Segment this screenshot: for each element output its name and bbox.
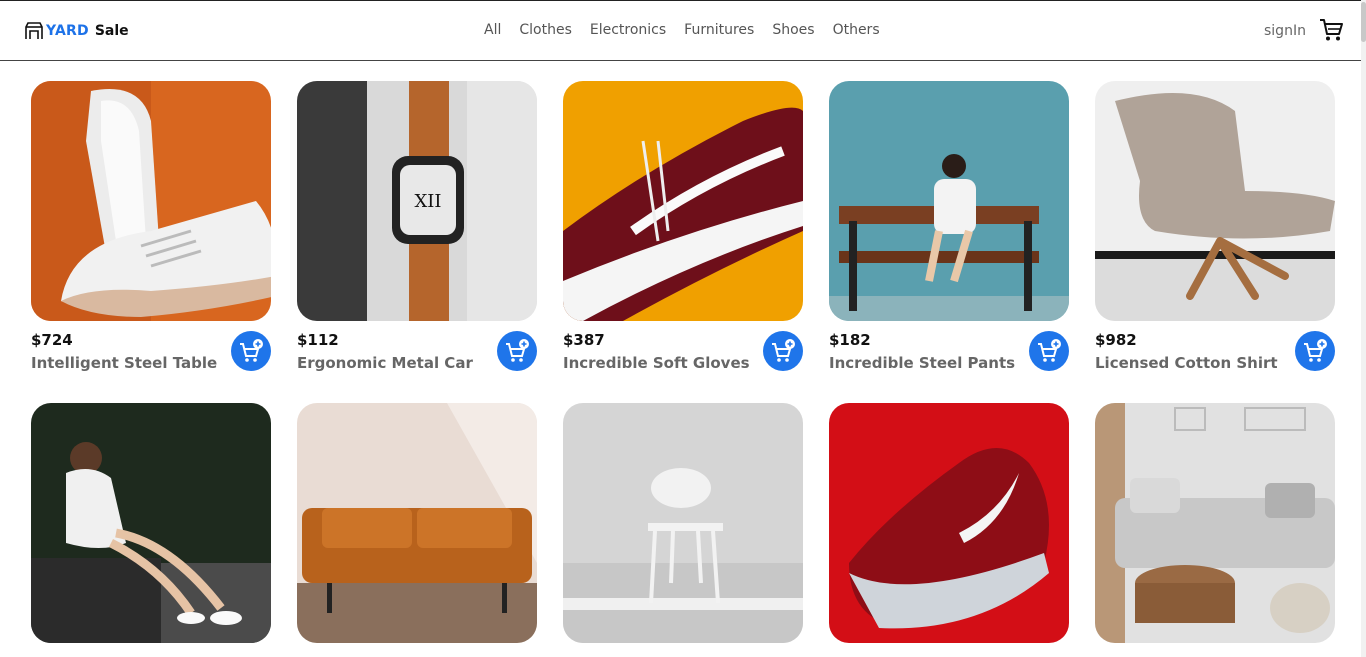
nav-link-electronics[interactable]: Electronics	[590, 22, 666, 38]
add-to-cart-icon	[240, 339, 263, 362]
store-icon	[25, 22, 43, 39]
product-card[interactable]: $982 Licensed Cotton Shirt	[1095, 81, 1335, 381]
product-price: $182	[829, 331, 871, 349]
product-card[interactable]: $724 Intelligent Steel Table	[31, 81, 271, 381]
scrollbar-thumb[interactable]	[1361, 2, 1366, 42]
nav-link-furnitures[interactable]: Furnitures	[684, 22, 754, 38]
product-price: $112	[297, 331, 339, 349]
product-name: Licensed Cotton Shirt	[1095, 354, 1278, 372]
shopping-cart-icon[interactable]	[1318, 17, 1344, 43]
product-card[interactable]	[563, 403, 803, 643]
product-image-white-chair[interactable]	[563, 403, 803, 643]
product-name: Incredible Steel Pants	[829, 354, 1016, 372]
nav-link-shoes[interactable]: Shoes	[772, 22, 814, 38]
product-image-smartwatch[interactable]: XII	[297, 81, 537, 321]
nav-link-all[interactable]: All	[484, 22, 501, 38]
product-card[interactable]	[297, 403, 537, 643]
product-card[interactable]: $182 Incredible Steel Pants	[829, 81, 1069, 381]
add-to-cart-icon	[1038, 339, 1061, 362]
add-to-cart-button[interactable]	[231, 331, 271, 371]
category-nav: All Clothes Electronics Furnitures Shoes…	[484, 22, 880, 38]
product-price: $724	[31, 331, 73, 349]
logo-text-yard: YARD	[46, 23, 89, 39]
nav-link-others[interactable]: Others	[833, 22, 880, 38]
product-card[interactable]	[829, 403, 1069, 643]
add-to-cart-icon	[506, 339, 529, 362]
product-image-living-room[interactable]	[1095, 403, 1335, 643]
product-image-woman-on-rock[interactable]	[31, 403, 271, 643]
product-card[interactable]: $387 Incredible Soft Gloves	[563, 81, 803, 381]
product-card[interactable]: XII $112 Ergonomic Metal Car	[297, 81, 537, 381]
product-name: Ergonomic Metal Car	[297, 354, 473, 372]
product-price: $387	[563, 331, 605, 349]
product-card[interactable]	[31, 403, 271, 643]
product-image-woman-on-bench[interactable]	[829, 81, 1069, 321]
product-image-lounge-chair[interactable]	[1095, 81, 1335, 321]
nav-link-clothes[interactable]: Clothes	[519, 22, 572, 38]
signin-link[interactable]: signIn	[1264, 23, 1306, 39]
logo-text-sale: Sale	[94, 23, 129, 39]
product-name: Intelligent Steel Table	[31, 354, 218, 372]
product-card[interactable]	[1095, 403, 1335, 643]
product-price: $982	[1095, 331, 1137, 349]
top-navbar: YARD Sale All Clothes Electronics Furnit…	[0, 0, 1366, 61]
yard-sale-logo[interactable]: YARD Sale	[24, 19, 129, 43]
product-image-maroon-sneaker[interactable]	[563, 81, 803, 321]
add-to-cart-icon	[1304, 339, 1327, 362]
add-to-cart-icon	[772, 339, 795, 362]
add-to-cart-button[interactable]	[763, 331, 803, 371]
add-to-cart-button[interactable]	[1029, 331, 1069, 371]
add-to-cart-button[interactable]	[497, 331, 537, 371]
add-to-cart-button[interactable]	[1295, 331, 1335, 371]
product-image-leather-sofa[interactable]	[297, 403, 537, 643]
product-image-white-sneaker[interactable]	[31, 81, 271, 321]
product-name: Incredible Soft Gloves	[563, 354, 750, 372]
page-scrollbar[interactable]	[1361, 0, 1366, 657]
product-image-red-sneaker[interactable]	[829, 403, 1069, 643]
svg-text:XII: XII	[414, 191, 441, 212]
